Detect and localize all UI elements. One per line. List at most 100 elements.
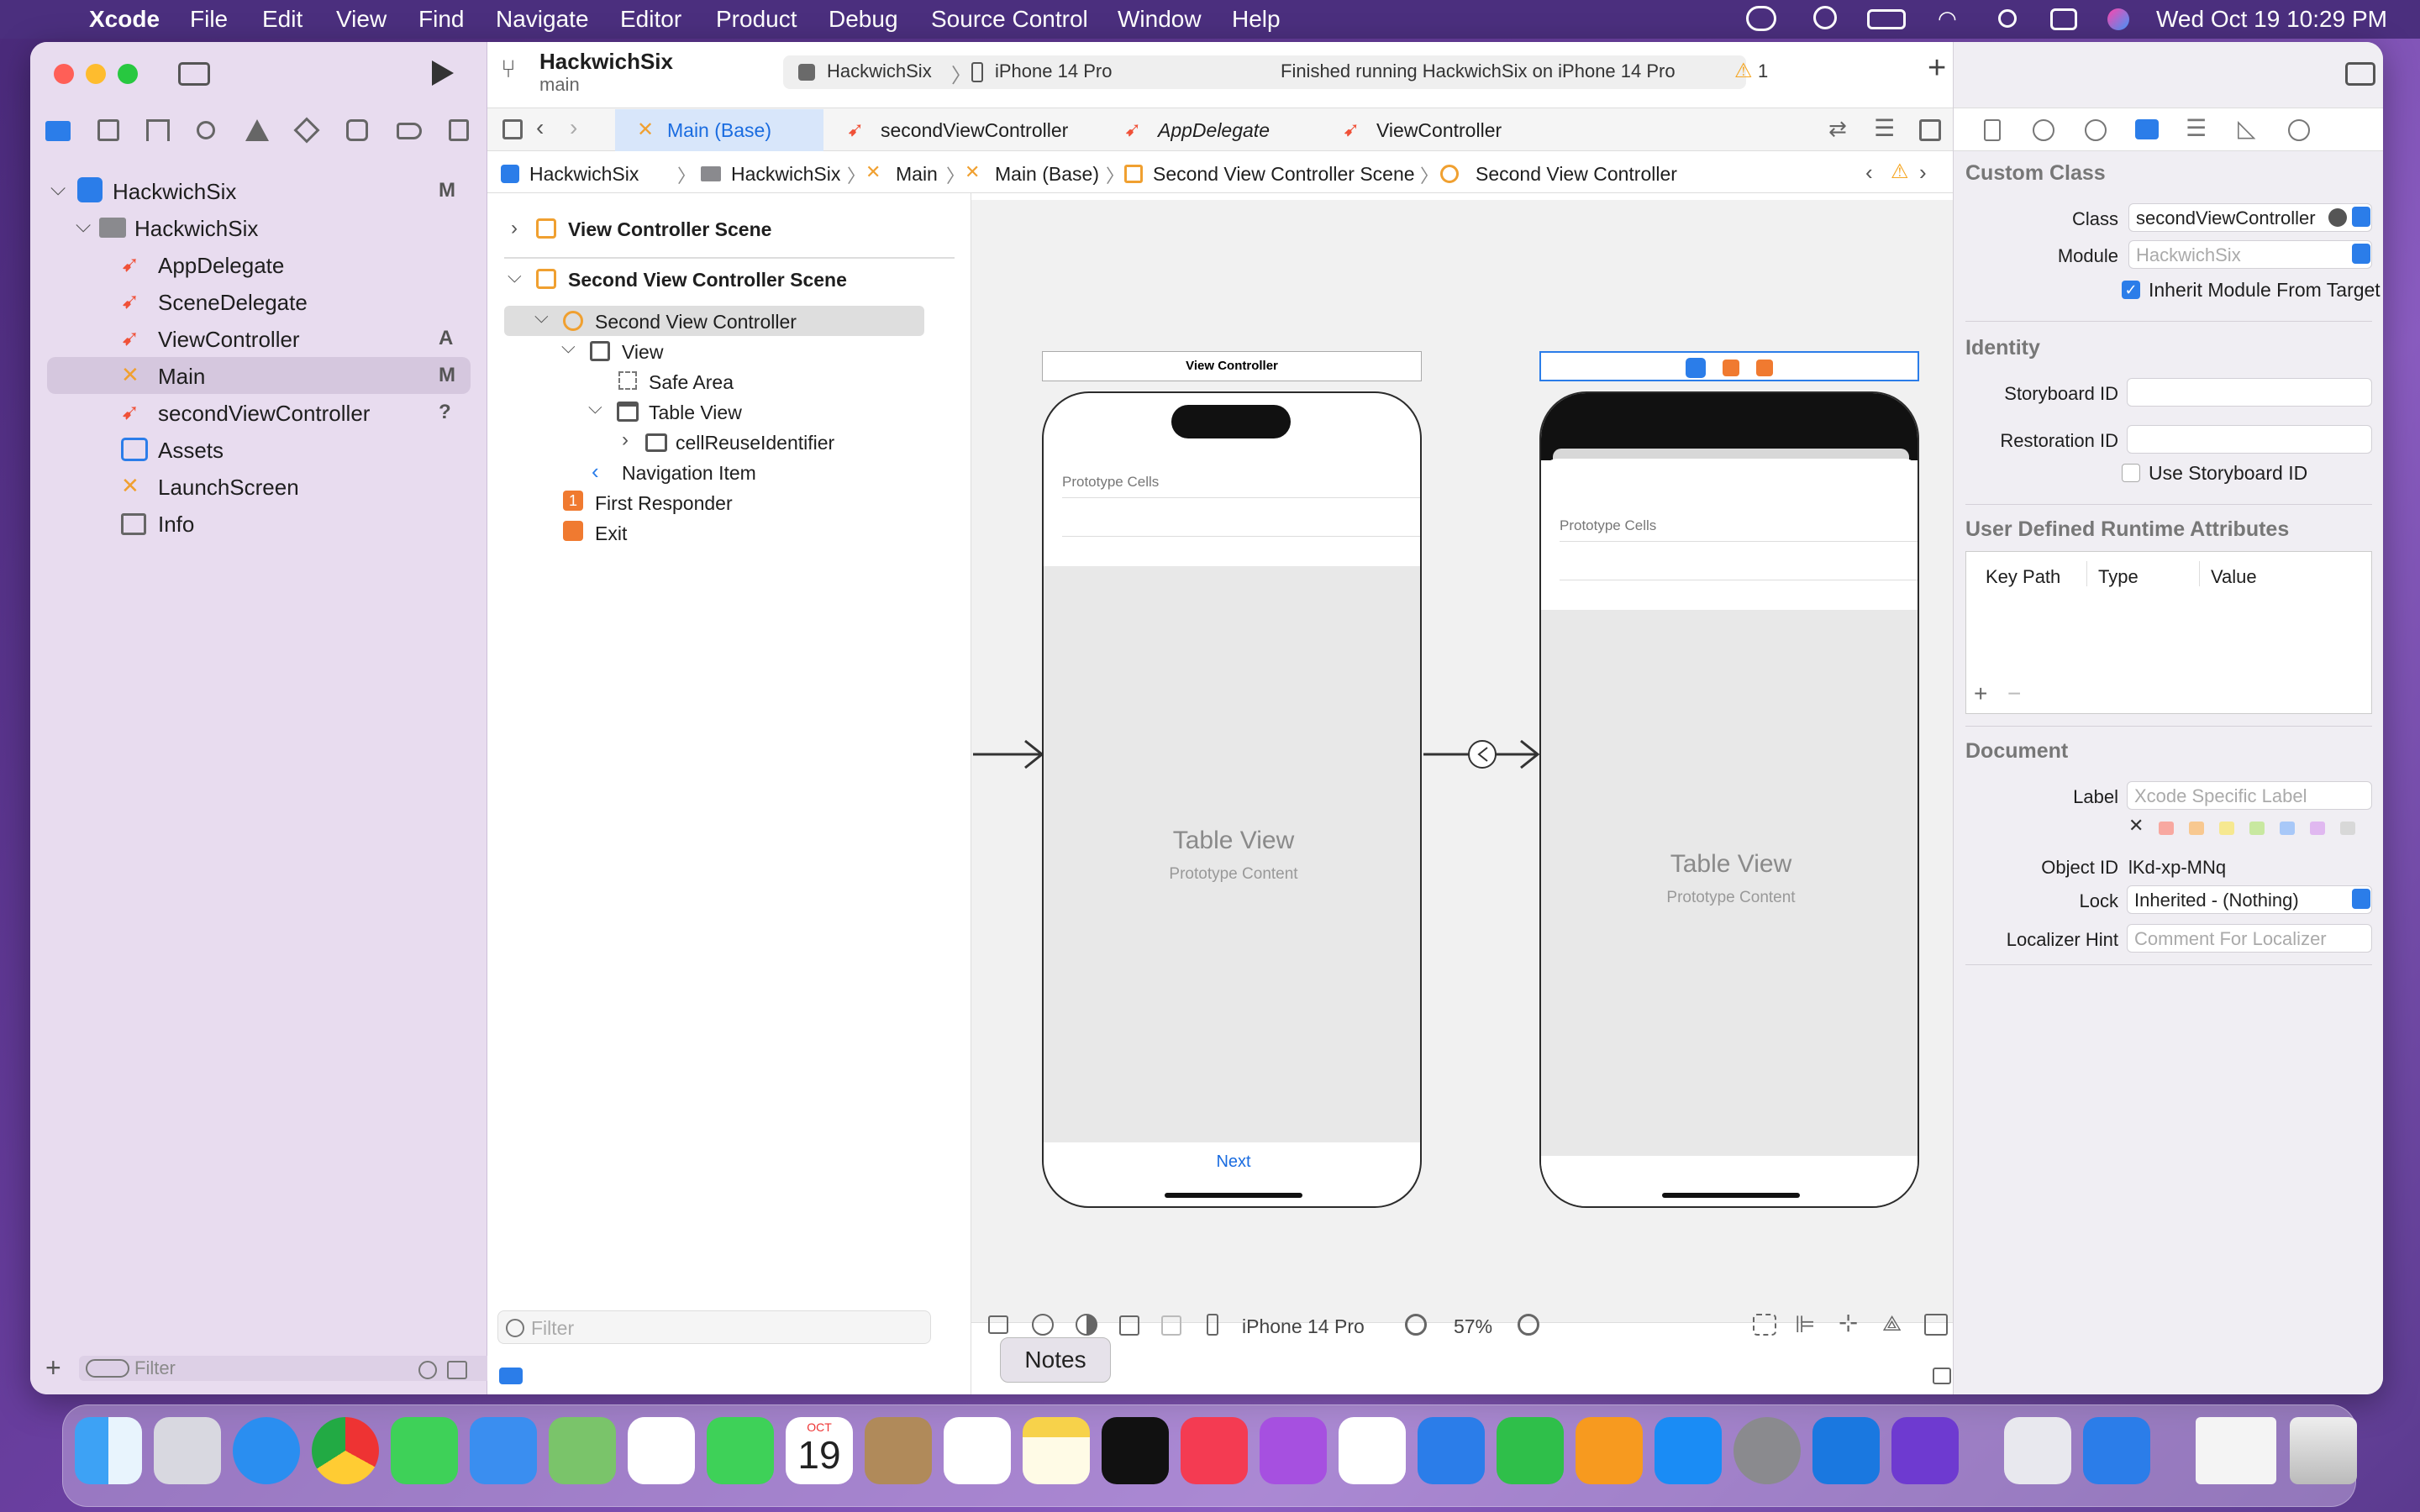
resolve-issues-icon[interactable]: ⟁ (1882, 1310, 1902, 1337)
col-value[interactable]: Value (2211, 566, 2257, 588)
issue-navigator-icon[interactable] (245, 119, 269, 141)
messages-icon[interactable] (391, 1417, 458, 1484)
launchpad-icon[interactable] (154, 1417, 221, 1484)
menu-window[interactable]: Window (1118, 6, 1202, 33)
file-inspector-icon[interactable] (1984, 119, 2001, 141)
menu-view[interactable]: View (336, 6, 387, 33)
outline-item[interactable]: Second View Controller Scene (568, 269, 847, 291)
finder-icon[interactable] (75, 1417, 142, 1484)
outline-item[interactable]: Safe Area (649, 371, 734, 394)
next-button[interactable]: Next (1044, 1152, 1420, 1172)
attributes-inspector-icon[interactable]: ☰ (2186, 114, 2207, 142)
color-label-yellow[interactable] (2219, 822, 2234, 835)
add-attribute-button[interactable]: + (1974, 680, 1987, 707)
keynote-icon[interactable] (1418, 1417, 1485, 1484)
menu-editor[interactable]: Editor (620, 6, 681, 33)
size-inspector-icon[interactable]: ◺ (2238, 114, 2256, 142)
menu-help[interactable]: Help (1232, 6, 1281, 33)
remove-attribute-button[interactable]: − (2007, 680, 2021, 707)
filter-options-icon[interactable] (86, 1359, 129, 1378)
search-icon[interactable] (1998, 9, 2017, 28)
appearance-icon[interactable] (1076, 1314, 1097, 1336)
creative-cloud-icon[interactable] (1746, 6, 1776, 31)
toggle-outline-icon[interactable] (988, 1315, 1008, 1334)
tab-secondviewcontroller[interactable]: ➹ secondViewController (823, 109, 1101, 151)
podcasts-icon[interactable] (1260, 1417, 1327, 1484)
folder-navigator-icon[interactable] (45, 121, 71, 141)
nav-row-group[interactable]: ⌵ HackwichSix (30, 209, 487, 246)
col-keypath[interactable]: Key Path (1986, 566, 2060, 588)
recent-files-icon[interactable] (418, 1361, 437, 1379)
disclosure-open-icon[interactable]: ⌵ (561, 336, 576, 358)
menu-product[interactable]: Product (716, 6, 797, 33)
github-desktop-icon[interactable] (1891, 1417, 1959, 1484)
disclosure-open-icon[interactable]: ⌵ (588, 396, 602, 418)
disclosure-closed-icon[interactable]: › (622, 428, 629, 452)
tab-appdelegate[interactable]: ➹ AppDelegate (1101, 109, 1319, 151)
symbol-navigator-icon[interactable] (146, 119, 170, 141)
doc-label-field[interactable]: Xcode Specific Label (2127, 781, 2372, 810)
chrome-icon[interactable] (312, 1417, 379, 1484)
menu-edit[interactable]: Edit (262, 6, 302, 33)
outline-item[interactable]: cellReuseIdentifier (676, 432, 834, 454)
outline-item[interactable]: View Controller Scene (568, 218, 771, 241)
back-icon[interactable]: ‹ (536, 114, 544, 141)
localizer-hint-field[interactable]: Comment For Localizer (2127, 924, 2372, 953)
source-control-navigator-icon[interactable] (97, 119, 119, 141)
wifi-icon[interactable]: ◠ (1938, 6, 1957, 32)
maps-icon[interactable] (549, 1417, 616, 1484)
trash-icon[interactable] (2290, 1417, 2357, 1484)
nav-row-launchscreen[interactable]: ✕ LaunchScreen (30, 468, 487, 505)
outline-item[interactable]: Second View Controller (595, 311, 797, 333)
issue-warning-icon[interactable]: ⚠ (1891, 160, 1909, 184)
storyboard-id-field[interactable] (2127, 378, 2372, 407)
module-field[interactable]: HackwichSix (2128, 240, 2372, 269)
zoom-out-icon[interactable] (1405, 1314, 1427, 1336)
music-icon[interactable] (1181, 1417, 1248, 1484)
embed-in-icon[interactable] (1924, 1314, 1948, 1336)
device-config-icon[interactable] (1161, 1315, 1181, 1336)
jumpbar-item[interactable]: Main (896, 163, 938, 186)
menu-debug[interactable]: Debug (829, 6, 898, 33)
accessibility-icon[interactable] (1032, 1314, 1054, 1336)
jumpbar-item[interactable]: Second View Controller Scene (1153, 163, 1415, 186)
safari-icon[interactable] (233, 1417, 300, 1484)
preview-icon[interactable] (2004, 1417, 2071, 1484)
reminders-icon[interactable] (944, 1417, 1011, 1484)
scheme-selector[interactable]: HackwichSix (827, 60, 932, 82)
lock-popup[interactable]: Inherited - (Nothing) (2127, 885, 2372, 914)
first-responder-dock-icon[interactable] (1723, 360, 1739, 376)
minimize-window-button[interactable] (86, 64, 106, 84)
module-dropdown-icon[interactable] (2352, 244, 2370, 264)
toggle-sidebar-icon[interactable] (178, 62, 210, 86)
color-label-orange[interactable] (2189, 822, 2204, 835)
inherit-module-checkbox[interactable]: ✓ (2122, 281, 2140, 299)
col-type[interactable]: Type (2098, 566, 2139, 588)
menu-navigate[interactable]: Navigate (496, 6, 589, 33)
siri-icon[interactable] (2107, 8, 2129, 30)
zoom-in-icon[interactable] (1518, 1314, 1539, 1336)
menu-file[interactable]: File (190, 6, 228, 33)
mail-icon[interactable] (470, 1417, 537, 1484)
iphone-frame-vc1[interactable]: Prototype Cells Table View Prototype Con… (1042, 391, 1422, 1208)
class-dropdown-icon[interactable] (2352, 207, 2370, 227)
history-inspector-icon[interactable] (2033, 119, 2054, 141)
outline-item[interactable]: View (622, 341, 663, 364)
disclosure-open-icon[interactable]: ⌵ (50, 177, 66, 201)
exit-dock-icon[interactable] (1756, 360, 1773, 376)
debug-area-toggle-right[interactable] (1933, 1368, 1951, 1384)
device-selector[interactable]: iPhone 14 Pro (1242, 1315, 1365, 1338)
apple-tv-icon[interactable] (1102, 1417, 1169, 1484)
tab-viewcontroller[interactable]: ➹ ViewController (1319, 109, 1538, 151)
nav-row-project[interactable]: ⌵ HackwichSix M (30, 172, 487, 209)
scm-filter-icon[interactable] (447, 1361, 467, 1379)
menubar-clock[interactable]: Wed Oct 19 10:29 PM (2156, 6, 2387, 33)
play-status-icon[interactable] (1813, 6, 1837, 29)
calendar-icon[interactable]: OCT 19 (786, 1417, 853, 1484)
toggle-inspector-icon[interactable] (2345, 62, 2375, 86)
editor-options-icon[interactable]: ☰ (1874, 114, 1895, 142)
debug-area-toggle[interactable] (499, 1368, 523, 1384)
breakpoint-navigator-icon[interactable] (397, 123, 422, 139)
zoom-to-fit-icon[interactable] (1753, 1314, 1776, 1336)
menu-find[interactable]: Find (418, 6, 464, 33)
